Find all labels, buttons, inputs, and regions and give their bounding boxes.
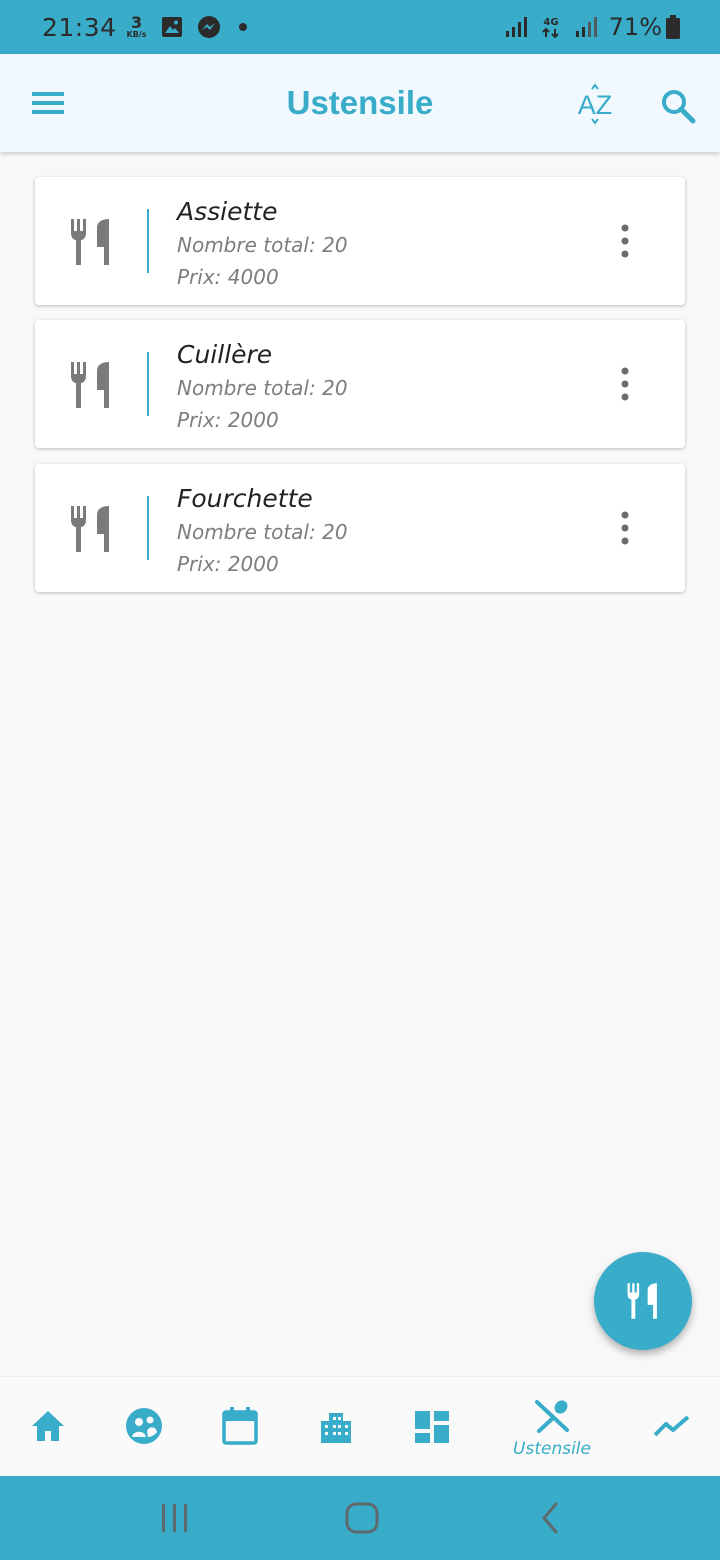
battery-percentage: 71% — [608, 13, 662, 41]
signal-icon-2 — [575, 16, 597, 38]
utensils-icon — [71, 362, 109, 408]
calendar-icon — [222, 1407, 258, 1445]
card-divider — [147, 352, 149, 416]
more-options-button[interactable] — [613, 364, 637, 404]
trending-icon — [653, 1415, 690, 1437]
dashboard-icon — [415, 1411, 449, 1443]
messenger-icon — [197, 15, 221, 39]
utensils-icon — [71, 219, 109, 265]
signal-icon — [505, 16, 527, 38]
search-icon — [662, 90, 696, 124]
status-left: 21:34 3 KB/s — [42, 13, 247, 42]
search-button[interactable] — [658, 86, 698, 126]
system-navigation-bar — [0, 1476, 720, 1560]
item-total: Nombre total: 20 — [177, 376, 348, 400]
add-ustensile-fab[interactable] — [594, 1252, 692, 1350]
more-options-button[interactable] — [613, 221, 637, 261]
building-icon — [321, 1413, 351, 1443]
nav-ustensile-label: Ustensile — [513, 1439, 591, 1459]
home-icon — [32, 1411, 64, 1441]
home-circle-icon — [345, 1502, 379, 1534]
nav-statistics[interactable] — [624, 1377, 720, 1477]
people-icon — [126, 1408, 162, 1444]
nav-people[interactable] — [96, 1377, 192, 1477]
back-icon — [542, 1502, 558, 1534]
more-vert-icon — [621, 224, 629, 258]
list-item[interactable]: Cuillère Nombre total: 20 Prix: 2000 — [35, 320, 685, 448]
item-total: Nombre total: 20 — [177, 520, 348, 544]
network-type-label: 4G — [543, 17, 558, 28]
list-item[interactable]: Assiette Nombre total: 20 Prix: 4000 — [35, 177, 685, 305]
sort-az-icon: AZ — [578, 83, 613, 125]
item-name: Cuillère — [177, 340, 273, 369]
home-system-button[interactable] — [344, 1496, 380, 1540]
nav-home[interactable] — [0, 1377, 96, 1477]
item-name: Fourchette — [177, 484, 313, 513]
item-name: Assiette — [177, 197, 278, 226]
back-button[interactable] — [536, 1496, 564, 1540]
nav-building[interactable] — [288, 1377, 384, 1477]
sort-az-button[interactable]: AZ — [572, 82, 618, 126]
battery-icon — [666, 15, 680, 39]
more-vert-icon — [621, 511, 629, 545]
sort-az-label: AZ — [578, 90, 613, 120]
network-speed-unit: KB/s — [126, 30, 147, 39]
notification-dot — [238, 23, 247, 31]
app-bar: Ustensile AZ — [0, 54, 720, 152]
item-price: Prix: 2000 — [177, 552, 279, 576]
network-type-icon: 4G — [541, 15, 561, 39]
network-speed-value: 3 — [130, 13, 143, 32]
card-divider — [147, 496, 149, 560]
status-right: 4G 71% — [491, 13, 680, 41]
item-price: Prix: 4000 — [177, 265, 279, 289]
gallery-icon — [161, 16, 183, 38]
utensils-cross-icon — [535, 1400, 569, 1433]
item-total: Nombre total: 20 — [177, 233, 348, 257]
card-divider — [147, 209, 149, 273]
recent-apps-icon — [162, 1504, 187, 1532]
nav-dashboard[interactable] — [384, 1377, 480, 1477]
item-price: Prix: 2000 — [177, 408, 279, 432]
list-item[interactable]: Fourchette Nombre total: 20 Prix: 2000 — [35, 464, 685, 592]
status-time: 21:34 — [42, 12, 117, 42]
status-bar: 21:34 3 KB/s 4G 71% — [0, 0, 720, 54]
utensils-icon — [627, 1283, 657, 1319]
recent-apps-button[interactable] — [158, 1496, 192, 1540]
nav-ustensile[interactable]: Ustensile — [504, 1377, 600, 1477]
more-vert-icon — [621, 367, 629, 401]
nav-calendar[interactable] — [192, 1377, 288, 1477]
network-speed: 3 KB/s — [127, 15, 147, 39]
more-options-button[interactable] — [613, 508, 637, 548]
bottom-navigation: Ustensile — [0, 1376, 720, 1476]
utensils-icon — [71, 506, 109, 552]
